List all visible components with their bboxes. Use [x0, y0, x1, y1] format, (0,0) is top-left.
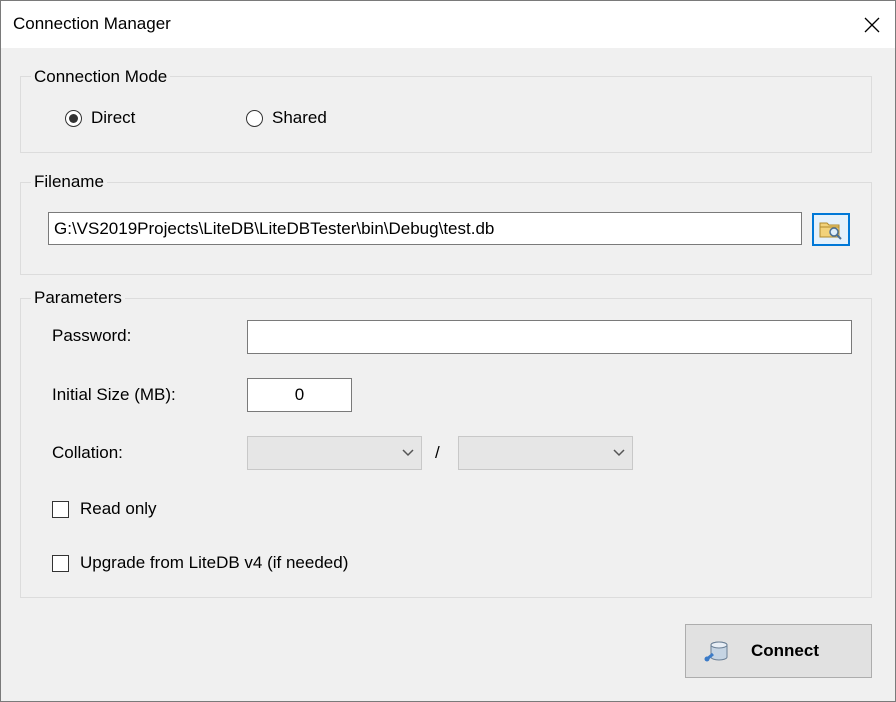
chevron-down-icon: [402, 449, 414, 457]
connect-label: Connect: [751, 641, 819, 660]
collation-culture-select[interactable]: [247, 436, 422, 470]
radio-direct-indicator[interactable]: [65, 109, 82, 127]
window-title: Connection Manager: [13, 14, 171, 33]
initial-size-label: Initial Size (MB):: [52, 385, 176, 404]
read-only-checkbox-box[interactable]: [52, 500, 69, 518]
close-button[interactable]: [849, 1, 895, 48]
read-only-checkbox[interactable]: Read only: [52, 499, 157, 519]
chevron-down-icon: [613, 449, 625, 457]
connection-mode-group: Connection Mode Direct Shared: [20, 67, 872, 153]
password-label: Password:: [52, 326, 132, 345]
database-connect-icon: [704, 641, 728, 662]
radio-shared-indicator[interactable]: [246, 109, 263, 127]
upgrade-checkbox[interactable]: Upgrade from LiteDB v4 (if needed): [52, 553, 348, 573]
password-input[interactable]: [247, 320, 852, 354]
title-bar: Connection Manager: [1, 1, 895, 48]
radio-direct-label: Direct: [91, 108, 136, 127]
close-icon: [864, 17, 880, 32]
radio-shared[interactable]: Shared: [246, 108, 327, 128]
radio-direct[interactable]: Direct: [65, 108, 135, 128]
collation-options-select[interactable]: [458, 436, 633, 470]
read-only-label: Read only: [80, 499, 157, 518]
upgrade-checkbox-box[interactable]: [52, 554, 69, 572]
folder-search-icon: [819, 222, 842, 240]
parameters-legend: Parameters: [31, 288, 125, 308]
browse-file-button[interactable]: [812, 213, 850, 246]
connection-mode-legend: Connection Mode: [31, 67, 171, 87]
connect-button[interactable]: Connect: [685, 624, 872, 678]
connection-manager-window: Connection Manager Connection Mode Direc…: [0, 0, 896, 702]
initial-size-input[interactable]: [247, 378, 352, 412]
upgrade-label: Upgrade from LiteDB v4 (if needed): [80, 553, 349, 572]
collation-separator: /: [435, 443, 440, 462]
radio-shared-label: Shared: [272, 108, 327, 127]
collation-label: Collation:: [52, 443, 123, 462]
filename-legend: Filename: [31, 172, 107, 192]
filename-input[interactable]: [48, 212, 802, 245]
